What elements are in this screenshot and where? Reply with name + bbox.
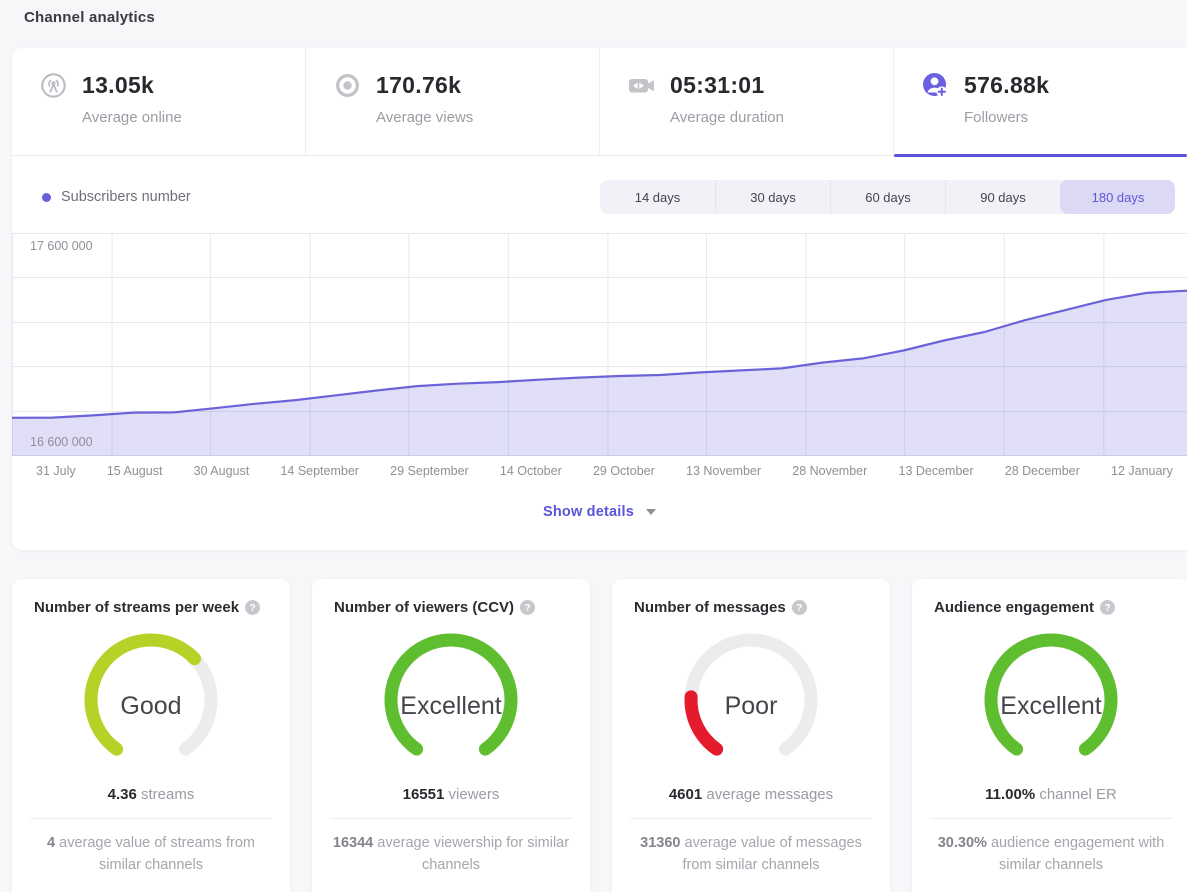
x-axis-label: 31 July	[36, 464, 76, 478]
card-title: Audience engagement	[934, 599, 1094, 616]
card-value-line: 4.36 streams	[26, 786, 276, 803]
benchmark-text: 30.30% audience engagement with similar …	[926, 832, 1176, 877]
average-views-value: 170.76k	[376, 72, 461, 99]
duration-icon	[628, 72, 655, 99]
card-divider	[630, 818, 872, 819]
average-online-label: Average online	[82, 109, 305, 126]
y-axis-label-top: 17 600 000	[30, 239, 93, 253]
benchmark-text: 16344 average viewership for similar cha…	[326, 832, 576, 877]
page-title: Channel analytics	[24, 9, 1187, 26]
x-axis-label: 15 August	[107, 464, 163, 478]
gauge-rating: Excellent	[961, 628, 1141, 778]
gauge-rating: Excellent	[361, 628, 541, 778]
card-divider	[30, 818, 272, 819]
chart-legend: Subscribers number	[42, 189, 191, 205]
card-messages: Number of messages ? Poor 4601 average m…	[612, 579, 890, 892]
chevron-down-icon	[646, 509, 656, 515]
average-online-value: 13.05k	[82, 72, 154, 99]
x-axis-label: 13 November	[686, 464, 761, 478]
legend-dot-icon	[42, 193, 51, 202]
stats-tabs-row: 13.05k Average online 170.76k Average vi…	[12, 48, 1187, 156]
followers-icon	[922, 72, 949, 99]
messages-gauge: Poor	[661, 628, 841, 778]
broadcast-icon	[40, 72, 67, 99]
tab-followers[interactable]: 576.88k Followers	[893, 48, 1187, 155]
card-divider	[330, 818, 572, 819]
card-value-line: 4601 average messages	[626, 786, 876, 803]
tab-average-duration[interactable]: 05:31:01 Average duration	[599, 48, 893, 155]
card-value-line: 16551 viewers	[326, 786, 576, 803]
card-divider	[930, 818, 1172, 819]
rating-cards-row: Number of streams per week ? Good 4.36 s…	[12, 579, 1187, 892]
help-icon[interactable]: ?	[520, 600, 535, 615]
engagement-gauge: Excellent	[961, 628, 1141, 778]
x-axis-label: 29 September	[390, 464, 469, 478]
tab-average-views[interactable]: 170.76k Average views	[305, 48, 599, 155]
range-button-30-days[interactable]: 30 days	[715, 180, 830, 214]
show-details-row: Show details	[12, 478, 1187, 550]
gauge-rating: Poor	[661, 628, 841, 778]
x-axis-label: 30 August	[194, 464, 250, 478]
card-audience-engagement: Audience engagement ? Excellent 11.00% c…	[912, 579, 1187, 892]
subscribers-area-chart[interactable]: 17 600 000 16 600 000	[12, 233, 1187, 456]
x-axis-label: 12 January	[1111, 464, 1173, 478]
gauge-rating: Good	[61, 628, 241, 778]
x-axis-label: 14 October	[500, 464, 562, 478]
analytics-panel: 13.05k Average online 170.76k Average vi…	[12, 48, 1187, 550]
benchmark-text: 31360 average value of messages from sim…	[626, 832, 876, 877]
followers-value: 576.88k	[964, 72, 1049, 99]
card-title: Number of messages	[634, 599, 786, 616]
help-icon[interactable]: ?	[792, 600, 807, 615]
card-viewers-ccv: Number of viewers (CCV) ? Excellent 1655…	[312, 579, 590, 892]
average-duration-value: 05:31:01	[670, 72, 764, 99]
views-icon	[334, 72, 361, 99]
range-button-180-days[interactable]: 180 days	[1060, 180, 1175, 214]
benchmark-text: 4 average value of streams from similar …	[26, 832, 276, 877]
average-views-label: Average views	[376, 109, 599, 126]
y-axis-label-bottom: 16 600 000	[30, 435, 93, 449]
help-icon[interactable]: ?	[1100, 600, 1115, 615]
tab-average-online[interactable]: 13.05k Average online	[12, 48, 305, 155]
viewers-gauge: Excellent	[361, 628, 541, 778]
x-axis-label: 13 December	[899, 464, 974, 478]
chart-controls: Subscribers number 14 days 30 days 60 da…	[12, 156, 1187, 214]
range-button-14-days[interactable]: 14 days	[600, 180, 715, 214]
card-title: Number of streams per week	[34, 599, 239, 616]
range-button-60-days[interactable]: 60 days	[830, 180, 945, 214]
card-value-line: 11.00% channel ER	[926, 786, 1176, 803]
date-range-selector: 14 days 30 days 60 days 90 days 180 days	[600, 180, 1175, 214]
page-header: Channel analytics	[0, 0, 1187, 48]
followers-label: Followers	[964, 109, 1187, 126]
active-tab-underline	[894, 154, 1187, 157]
x-axis-label: 14 September	[280, 464, 359, 478]
card-title: Number of viewers (CCV)	[334, 599, 514, 616]
x-axis-labels: 31 July 15 August 30 August 14 September 29 …	[12, 456, 1187, 478]
legend-label: Subscribers number	[61, 189, 191, 205]
show-details-button[interactable]: Show details	[543, 504, 656, 520]
streams-gauge: Good	[61, 628, 241, 778]
range-button-90-days[interactable]: 90 days	[945, 180, 1060, 214]
x-axis-label: 29 October	[593, 464, 655, 478]
help-icon[interactable]: ?	[245, 600, 260, 615]
x-axis-label: 28 December	[1005, 464, 1080, 478]
average-duration-label: Average duration	[670, 109, 893, 126]
card-streams-per-week: Number of streams per week ? Good 4.36 s…	[12, 579, 290, 892]
x-axis-label: 28 November	[792, 464, 867, 478]
